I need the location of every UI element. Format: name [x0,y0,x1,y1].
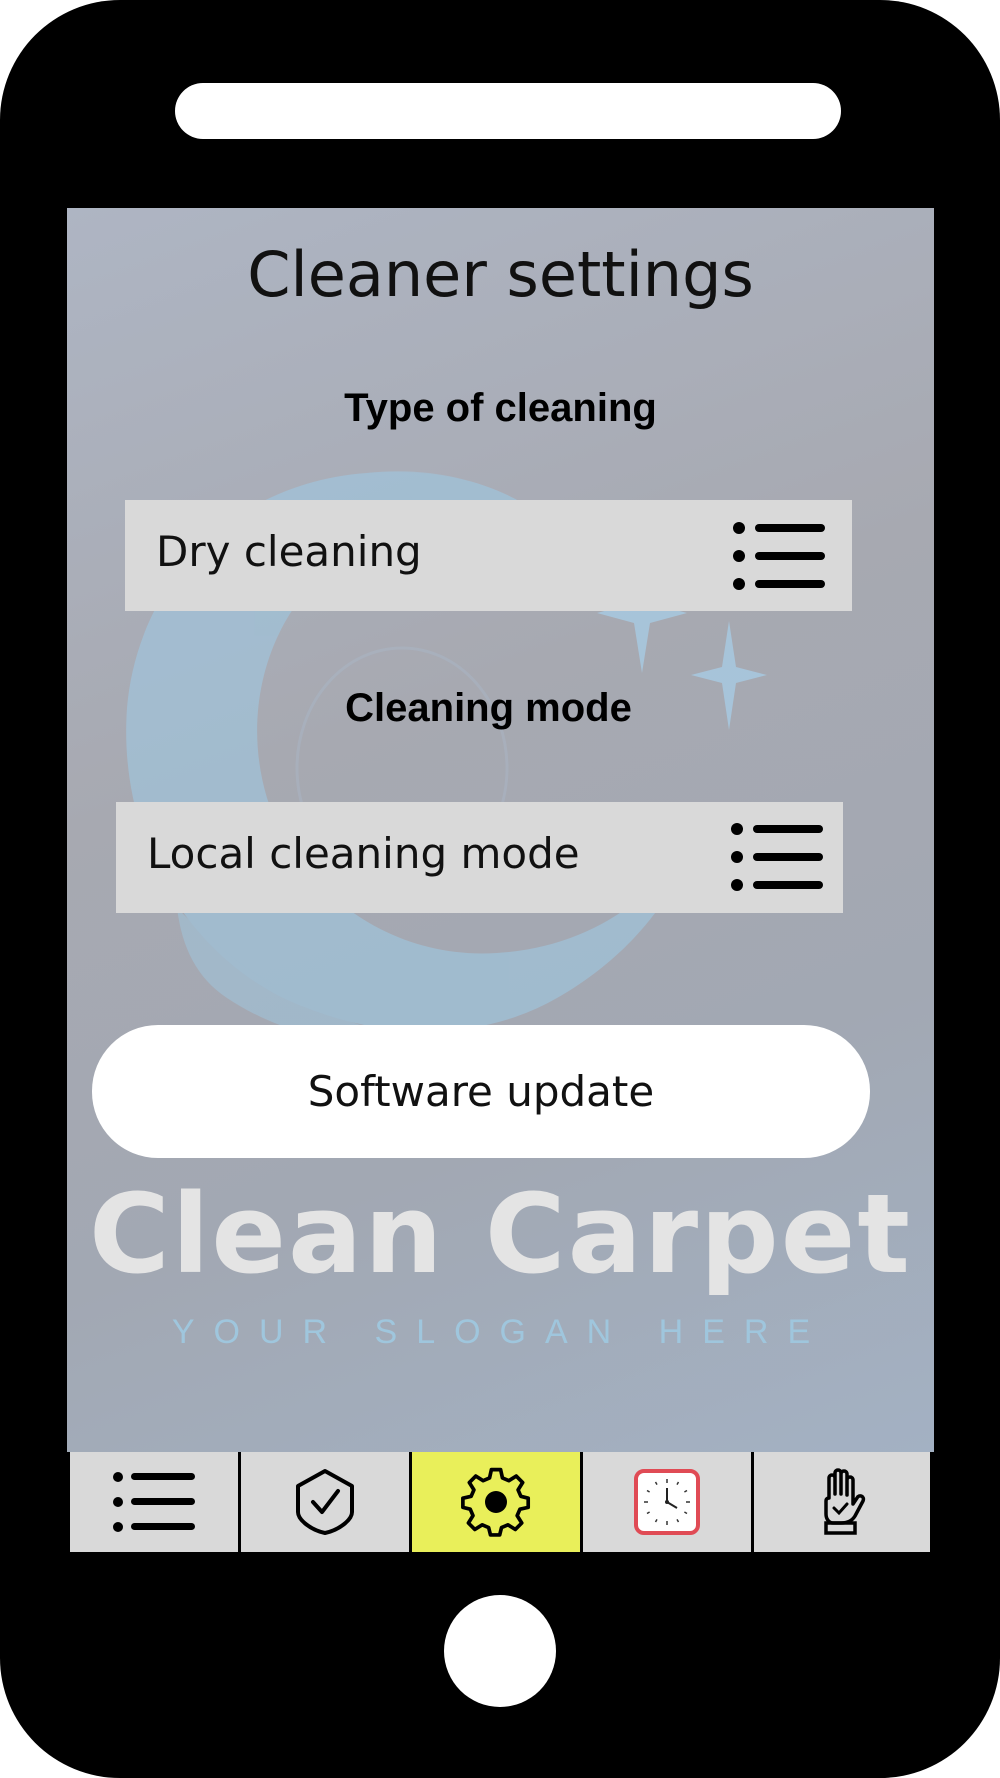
page-title: Cleaner settings [247,238,754,311]
clock-icon [634,1469,700,1535]
list-icon[interactable] [731,822,823,892]
nav-tab-schedule[interactable] [583,1452,751,1552]
list-icon[interactable] [733,521,825,591]
cleaning-mode-value: Local cleaning mode [147,829,580,878]
speaker-slot [175,83,841,139]
cleaning-type-select[interactable]: Dry cleaning [125,500,852,611]
nav-tab-manual[interactable] [754,1452,930,1552]
brand-slogan: YOUR SLOGAN HERE [171,1313,830,1351]
brand-name: Clean Carpet [88,1170,912,1298]
cleaning-mode-select[interactable]: Local cleaning mode [116,802,843,913]
bottom-nav-bar [67,1452,932,1552]
nav-tab-security[interactable] [241,1452,409,1552]
software-update-button[interactable]: Software update [92,1025,870,1158]
glove-icon [824,1468,866,1535]
gear-icon [461,1467,531,1537]
phone-frame: Cleaner settings Type of cleaning Dry cl… [0,0,1000,1778]
shield-check-icon [296,1469,354,1535]
list-icon [113,1472,195,1532]
cleaning-mode-label: Cleaning mode [345,686,632,730]
type-of-cleaning-label: Type of cleaning [344,386,657,430]
home-button[interactable] [444,1595,556,1707]
app-screen: Cleaner settings Type of cleaning Dry cl… [67,208,934,1452]
nav-tab-settings[interactable] [412,1452,580,1552]
cleaning-type-value: Dry cleaning [156,527,422,576]
nav-tab-list[interactable] [70,1452,238,1552]
